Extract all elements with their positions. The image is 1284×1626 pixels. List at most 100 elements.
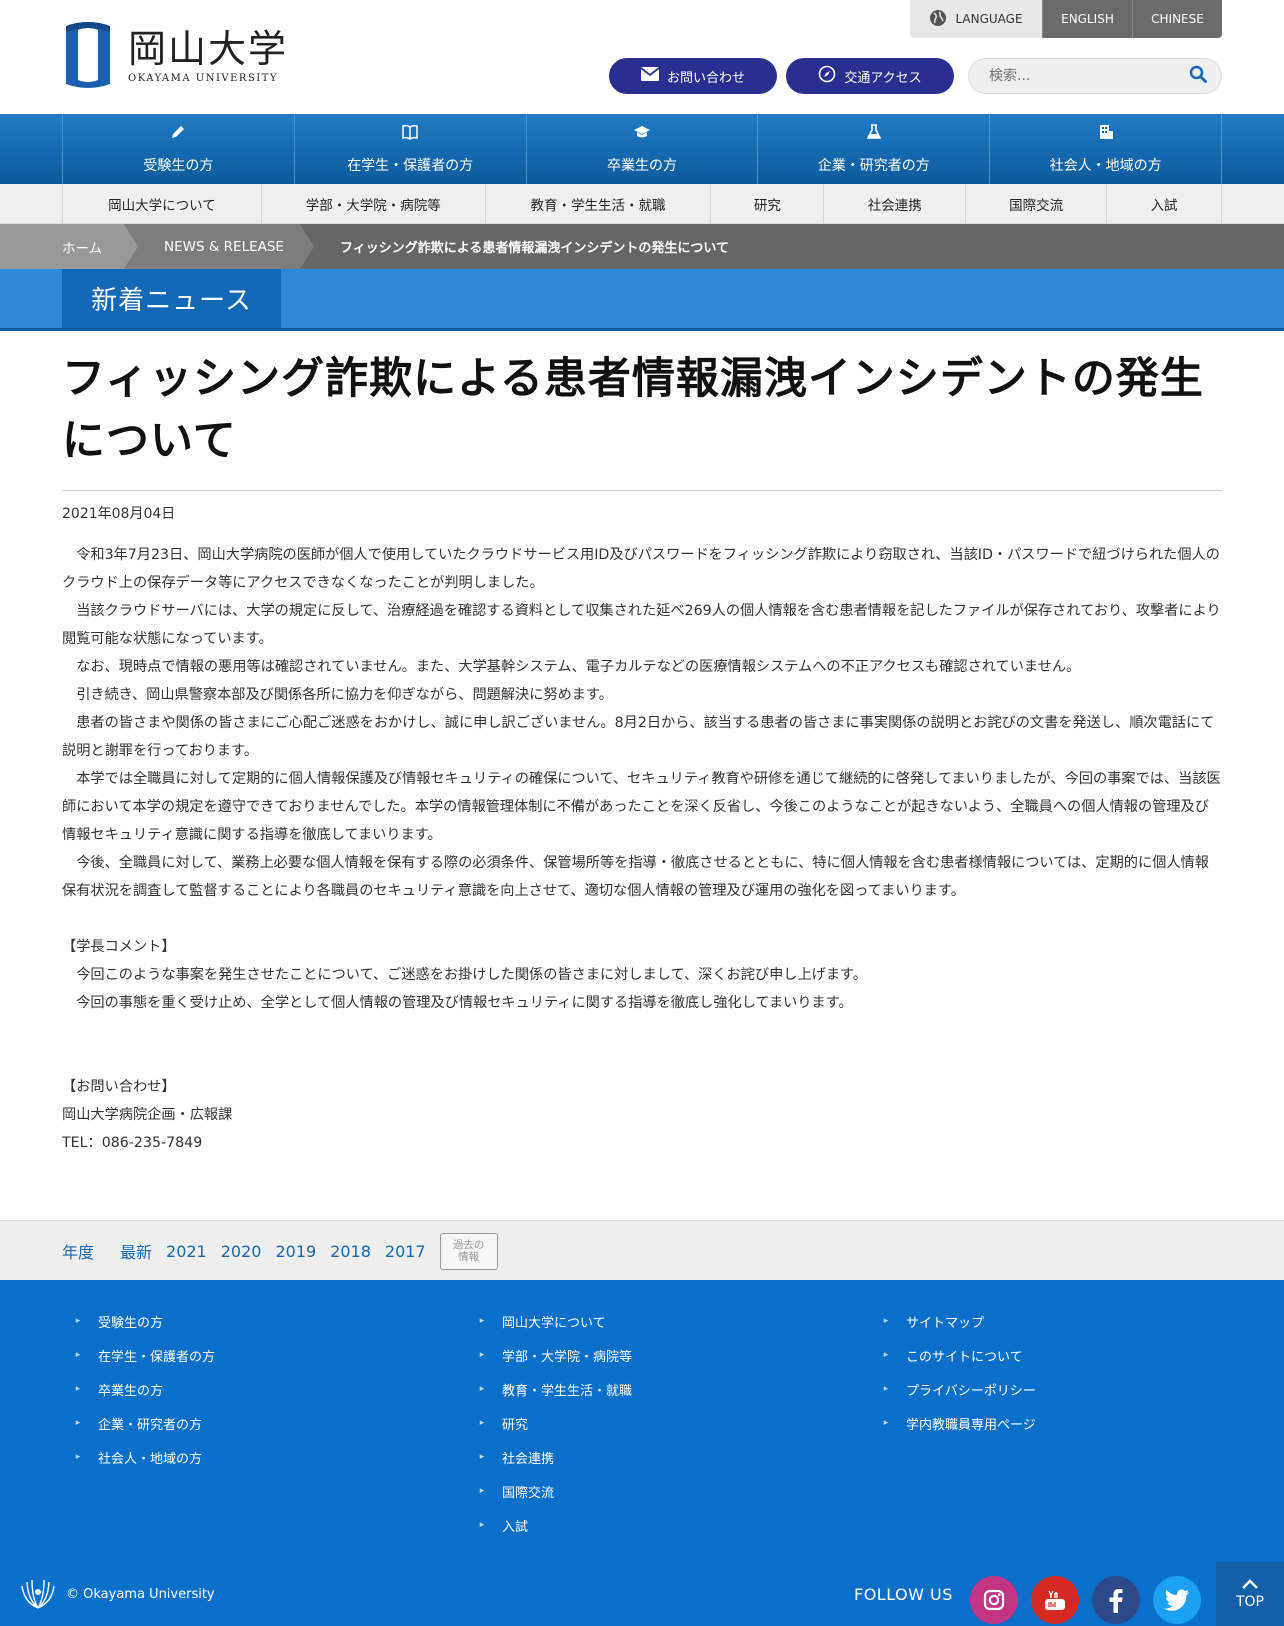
- footer-link[interactable]: 研究: [474, 1406, 632, 1440]
- contact-org: 岡山大学病院企画・広報課: [62, 1107, 233, 1123]
- gnav-item-students[interactable]: 在学生・保護者の方: [295, 114, 527, 184]
- footer-link[interactable]: サイトマップ: [878, 1304, 1036, 1338]
- gnav-label: 受験生の方: [143, 158, 214, 174]
- article-paragraph: 本学では全職員に対して定期的に個人情報保護及び情報セキュリティの確保について、セ…: [62, 771, 1221, 843]
- pencil-icon: [169, 123, 187, 145]
- globe-icon: [929, 9, 947, 30]
- university-logo[interactable]: 岡山大学 OKAYAMA UNIVERSITY: [62, 20, 288, 90]
- footer-link[interactable]: 在学生・保護者の方: [70, 1338, 215, 1372]
- site-header: 岡山大学 OKAYAMA UNIVERSITY LANGUAGE ENGLISH…: [0, 0, 1284, 114]
- snav-item-admissions[interactable]: 入試: [1107, 184, 1223, 224]
- logo-english: OKAYAMA UNIVERSITY: [128, 72, 279, 84]
- flask-icon: [865, 123, 883, 145]
- global-nav: 受験生の方 在学生・保護者の方 卒業生の方 企業・研究者の方 社会人・地域の方: [0, 114, 1284, 184]
- breadcrumb: NEWS & RELEASE ホーム フィッシング詐欺による患者情報漏洩インシデ…: [0, 224, 1284, 269]
- breadcrumb-news[interactable]: NEWS & RELEASE: [124, 224, 314, 269]
- snav-item-collaboration[interactable]: 社会連携: [824, 184, 967, 224]
- gnav-item-alumni[interactable]: 卒業生の方: [527, 114, 759, 184]
- president-comment: 今回の事態を重く受け止め、全学として個人情報の管理及び情報セキュリティに関する指…: [76, 995, 853, 1011]
- contact-button[interactable]: お問い合わせ: [609, 58, 777, 94]
- breadcrumb-current: フィッシング詐欺による患者情報漏洩インシデントの発生について: [340, 241, 729, 256]
- site-footer: 受験生の方 在学生・保護者の方 卒業生の方 企業・研究者の方 社会人・地域の方 …: [0, 1280, 1284, 1626]
- footer-link[interactable]: 学部・大学院・病院等: [474, 1338, 632, 1372]
- search-icon[interactable]: [1189, 65, 1207, 87]
- footer-link[interactable]: 社会連携: [474, 1440, 632, 1474]
- footer-link[interactable]: 入試: [474, 1508, 632, 1542]
- contact-label: お問い合わせ: [666, 70, 745, 86]
- language-text: LANGUAGE: [955, 12, 1023, 26]
- snav-item-faculties[interactable]: 学部・大学院・病院等: [262, 184, 486, 224]
- contact-tel: TEL：086-235-7849: [62, 1135, 203, 1151]
- twitter-icon[interactable]: [1153, 1576, 1201, 1624]
- gnav-item-applicants[interactable]: 受験生の方: [63, 114, 295, 184]
- article-paragraph: 令和3年7月23日、岡山大学病院の医師が個人で使用していたクラウドサービス用ID…: [62, 547, 1220, 591]
- back-to-top-label: TOP: [1235, 1594, 1264, 1610]
- article-title: フィッシング詐欺による患者情報漏洩インシデントの発生について: [62, 336, 1222, 491]
- compass-icon: [818, 65, 836, 87]
- copyright-text: © Okayama University: [66, 1586, 215, 1602]
- snav-item-education[interactable]: 教育・学生生活・就職: [486, 184, 712, 224]
- footer-link[interactable]: 企業・研究者の方: [70, 1406, 215, 1440]
- language-label: LANGUAGE: [910, 0, 1042, 38]
- sub-nav: 岡山大学について 学部・大学院・病院等 教育・学生生活・就職 研究 社会連携 国…: [0, 184, 1284, 224]
- past-info-line2: 情報: [458, 1251, 480, 1263]
- logo-japanese: 岡山大学: [128, 26, 289, 71]
- past-info-line1: 過去の: [452, 1239, 485, 1251]
- back-to-top-button[interactable]: TOP: [1216, 1562, 1284, 1626]
- snav-item-about[interactable]: 岡山大学について: [63, 184, 262, 224]
- snav-item-research[interactable]: 研究: [711, 184, 825, 224]
- gnav-item-companies[interactable]: 企業・研究者の方: [758, 114, 991, 184]
- mail-icon: [640, 67, 660, 85]
- footer-link[interactable]: 学内教職員専用ページ: [878, 1406, 1036, 1440]
- footer-bottom: © Okayama University FOLLOW US TOP: [0, 1562, 1284, 1626]
- year-link-latest[interactable]: 最新: [120, 1239, 152, 1263]
- president-comment: 今回このような事案を発生させたことについて、ご迷惑をお掛けした関係の皆さまに対し…: [76, 967, 867, 983]
- facebook-icon[interactable]: [1092, 1576, 1140, 1624]
- language-chinese-link[interactable]: CHINESE: [1132, 0, 1222, 38]
- footer-link[interactable]: 社会人・地域の方: [70, 1440, 215, 1474]
- breadcrumb-home[interactable]: ホーム: [0, 224, 138, 269]
- article-paragraph: なお、現時点で情報の悪用等は確認されていません。また、大学基幹システム、電子カル…: [76, 659, 1081, 675]
- article-paragraph: 今後、全職員に対して、業務上必要な個人情報を保有する際の必須条件、保管場所等を指…: [62, 855, 1209, 899]
- footer-column-3: サイトマップ このサイトについて プライバシーポリシー 学内教職員専用ページ: [878, 1304, 1036, 1440]
- year-link-2019[interactable]: 2019: [275, 1242, 316, 1261]
- access-button[interactable]: 交通アクセス: [786, 58, 954, 94]
- chevron-up-icon: [1241, 1578, 1259, 1594]
- article-paragraph: 当該クラウドサーバには、大学の規定に反して、治療経過を確認する資料として収集され…: [62, 603, 1221, 647]
- president-comment-heading: 【学長コメント】: [62, 939, 176, 955]
- building-icon: [1097, 123, 1115, 145]
- footer-link[interactable]: 教育・学生生活・就職: [474, 1372, 632, 1406]
- year-link-2021[interactable]: 2021: [166, 1242, 207, 1261]
- gnav-label: 在学生・保護者の方: [347, 158, 474, 174]
- footer-link[interactable]: 受験生の方: [70, 1304, 215, 1338]
- footer-link[interactable]: 卒業生の方: [70, 1372, 215, 1406]
- language-bar: LANGUAGE ENGLISH CHINESE: [910, 0, 1222, 38]
- footer-column-1: 受験生の方 在学生・保護者の方 卒業生の方 企業・研究者の方 社会人・地域の方: [70, 1304, 215, 1474]
- gnav-label: 企業・研究者の方: [817, 158, 930, 174]
- footer-column-2: 岡山大学について 学部・大学院・病院等 教育・学生生活・就職 研究 社会連携 国…: [474, 1304, 632, 1542]
- article-body: 令和3年7月23日、岡山大学病院の医師が個人で使用していたクラウドサービス用ID…: [62, 541, 1222, 1157]
- footer-link[interactable]: 岡山大学について: [474, 1304, 632, 1338]
- contact-heading: 【お問い合わせ】: [62, 1079, 176, 1095]
- article: フィッシング詐欺による患者情報漏洩インシデントの発生について 2021年08月0…: [62, 336, 1222, 1157]
- access-label: 交通アクセス: [844, 70, 922, 86]
- language-english-link[interactable]: ENGLISH: [1042, 0, 1132, 38]
- gnav-label: 卒業生の方: [606, 158, 677, 174]
- year-link-2018[interactable]: 2018: [330, 1242, 371, 1261]
- year-link-2020[interactable]: 2020: [221, 1242, 262, 1261]
- footer-link[interactable]: 国際交流: [474, 1474, 632, 1508]
- logo-mark-icon: [62, 20, 114, 90]
- gnav-item-community[interactable]: 社会人・地域の方: [990, 114, 1222, 184]
- article-date: 2021年08月04日: [62, 506, 176, 522]
- youtube-icon[interactable]: [1031, 1576, 1079, 1624]
- search-box: [968, 58, 1222, 94]
- search-input[interactable]: [989, 68, 1189, 84]
- instagram-icon[interactable]: [970, 1576, 1018, 1624]
- article-paragraph: 患者の皆さまや関係の皆さまにご心配ご迷惑をおかけし、誠に申し訳ございません。8月…: [62, 715, 1215, 759]
- footer-link[interactable]: プライバシーポリシー: [878, 1372, 1036, 1406]
- snav-item-international[interactable]: 国際交流: [966, 184, 1108, 224]
- past-info-button[interactable]: 過去の 情報: [439, 1232, 498, 1270]
- gnav-label: 社会人・地域の方: [1049, 158, 1162, 174]
- footer-link[interactable]: このサイトについて: [878, 1338, 1036, 1372]
- year-link-2017[interactable]: 2017: [385, 1242, 426, 1261]
